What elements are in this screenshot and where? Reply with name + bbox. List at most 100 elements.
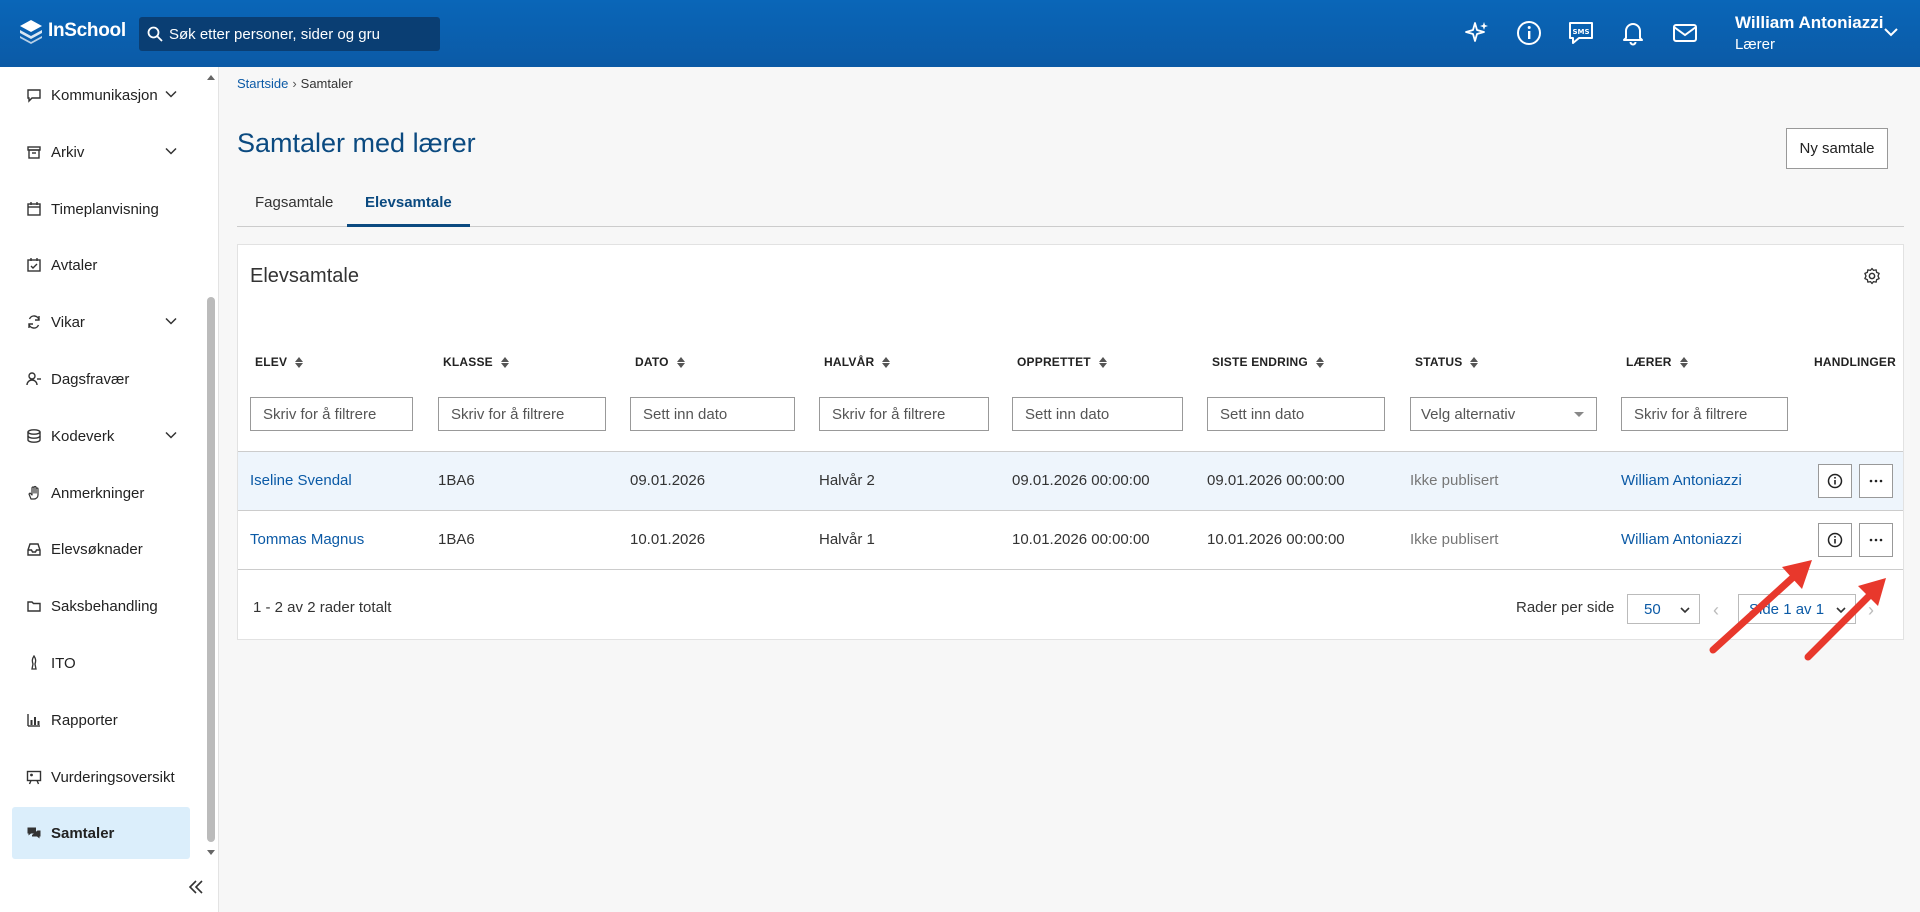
sidebar-item-vurderingsoversikt[interactable]: Vurderingsoversikt: [12, 751, 190, 803]
breadcrumb-home[interactable]: Startside: [237, 76, 288, 91]
sort-icon[interactable]: [676, 356, 685, 368]
sms-icon[interactable]: SMS: [1566, 18, 1596, 48]
chevron-down-icon: [1680, 607, 1690, 614]
cell-laerer[interactable]: William Antoniazzi: [1621, 531, 1742, 548]
info-button[interactable]: [1818, 464, 1852, 498]
column-header-2[interactable]: DATO: [635, 355, 685, 369]
sidebar-item-ito[interactable]: ITO: [12, 637, 190, 689]
cell-halvar: Halvår 1: [819, 531, 875, 548]
tab-elevsamtale[interactable]: Elevsamtale: [347, 186, 470, 227]
sidebar-item-arkiv[interactable]: Arkiv: [12, 126, 190, 178]
info-icon: [1827, 473, 1843, 489]
row-total: 1 - 2 av 2 rader totalt: [253, 599, 392, 616]
column-header-0[interactable]: ELEV: [255, 355, 304, 369]
pen-icon: [26, 655, 42, 671]
column-header-5[interactable]: SISTE ENDRING: [1212, 355, 1324, 369]
sort-icon[interactable]: [1470, 356, 1479, 368]
prev-page-icon[interactable]: ‹: [1713, 600, 1719, 621]
cell-elev[interactable]: Tommas Magnus: [250, 531, 364, 548]
sidebar-item-saksbehandling[interactable]: Saksbehandling: [12, 580, 190, 632]
user-name: William Antoniazzi: [1735, 13, 1884, 32]
bar-chart-icon: [26, 712, 42, 728]
date-filter-input[interactable]: [1207, 397, 1385, 431]
database-icon: [26, 428, 42, 444]
cell-elev[interactable]: Iseline Svendal: [250, 472, 352, 489]
presentation-icon: [26, 769, 42, 785]
sidebar-item-anmerkninger[interactable]: Anmerkninger: [12, 467, 190, 519]
collapse-sidebar-icon[interactable]: [186, 877, 206, 897]
search-input[interactable]: [169, 25, 429, 43]
chevron-down-icon[interactable]: [164, 144, 178, 158]
mail-icon[interactable]: [1670, 18, 1700, 48]
text-filter-input[interactable]: [819, 397, 989, 431]
more-horizontal-icon: [1869, 538, 1883, 542]
cell-laerer[interactable]: William Antoniazzi: [1621, 472, 1742, 489]
sort-icon[interactable]: [1315, 356, 1324, 368]
tab-fagsamtale[interactable]: Fagsamtale: [237, 186, 351, 227]
info-icon[interactable]: [1514, 18, 1544, 48]
column-header-6[interactable]: STATUS: [1415, 355, 1479, 369]
column-header-3[interactable]: HALVÅR: [824, 355, 891, 369]
tab-bar: Fagsamtale Elevsamtale: [237, 186, 1904, 227]
sort-icon[interactable]: [1098, 356, 1107, 368]
chevron-down-icon[interactable]: [164, 87, 178, 101]
column-header-label: HANDLINGER: [1814, 355, 1896, 369]
sort-icon[interactable]: [295, 356, 304, 368]
sparkle-icon[interactable]: [1462, 18, 1492, 48]
info-button[interactable]: [1818, 523, 1852, 557]
column-header-4[interactable]: OPPRETTET: [1017, 355, 1107, 369]
cell-siste-endring: 09.01.2026 00:00:00: [1207, 472, 1345, 489]
chevron-down-icon[interactable]: [164, 314, 178, 328]
more-actions-button[interactable]: [1859, 523, 1893, 557]
chevron-down-icon[interactable]: [1883, 24, 1899, 40]
sidebar-item-label: Kommunikasjon: [51, 86, 158, 104]
sidebar-item-timeplanvisning[interactable]: Timeplanvisning: [12, 183, 190, 235]
app-logo[interactable]: InSchool: [18, 18, 126, 44]
date-filter-input[interactable]: [630, 397, 795, 431]
column-header-label: OPPRETTET: [1017, 355, 1091, 369]
sidebar-item-label: Saksbehandling: [51, 597, 158, 615]
column-header-1[interactable]: KLASSE: [443, 355, 509, 369]
sidebar-item-samtaler[interactable]: Samtaler: [12, 807, 190, 859]
next-page-icon[interactable]: ›: [1868, 600, 1874, 621]
hand-icon: [26, 485, 42, 501]
bell-icon[interactable]: [1618, 18, 1648, 48]
top-bar: InSchool SMS William Antoniazzi Lærer: [0, 0, 1920, 67]
new-conversation-button[interactable]: Ny samtale: [1786, 128, 1888, 169]
sidebar-scrollbar[interactable]: [207, 297, 215, 842]
sidebar-item-label: Vikar: [51, 313, 85, 331]
card-title: Elevsamtale: [250, 265, 359, 287]
chevron-down-icon: [1836, 607, 1846, 614]
sidebar-item-label: Avtaler: [51, 256, 98, 274]
sidebar-item-kodeverk[interactable]: Kodeverk: [12, 410, 190, 462]
sidebar-item-label: Dagsfravær: [51, 370, 130, 388]
scroll-down-icon[interactable]: [205, 848, 217, 858]
sidebar-item-elevsøknader[interactable]: Elevsøknader: [12, 523, 190, 575]
sidebar-item-rapporter[interactable]: Rapporter: [12, 694, 190, 746]
chevron-down-icon[interactable]: [164, 428, 178, 442]
sidebar-item-dagsfravær[interactable]: Dagsfravær: [12, 353, 190, 405]
scroll-up-icon[interactable]: [205, 72, 217, 82]
text-filter-input[interactable]: [1621, 397, 1788, 431]
text-filter-input[interactable]: [250, 397, 413, 431]
sidebar-item-avtaler[interactable]: Avtaler: [12, 239, 190, 291]
more-actions-button[interactable]: [1859, 464, 1893, 498]
sort-icon[interactable]: [882, 356, 891, 368]
sidebar-item-kommunikasjon[interactable]: Kommunikasjon: [12, 69, 190, 121]
sidebar-item-label: Anmerkninger: [51, 484, 145, 502]
column-header-label: KLASSE: [443, 355, 493, 369]
status-filter-select[interactable]: Velg alternativ: [1410, 397, 1597, 431]
user-menu[interactable]: William Antoniazzi Lærer: [1735, 13, 1883, 53]
date-filter-input[interactable]: [1012, 397, 1183, 431]
sidebar-item-vikar[interactable]: Vikar: [12, 296, 190, 348]
text-filter-input[interactable]: [438, 397, 606, 431]
rows-per-page-select[interactable]: 50: [1627, 594, 1700, 624]
sort-icon[interactable]: [500, 356, 509, 368]
global-search[interactable]: [139, 17, 440, 51]
column-header-7[interactable]: LÆRER: [1626, 355, 1688, 369]
sort-icon[interactable]: [1679, 356, 1688, 368]
calendar-check-icon: [26, 257, 42, 273]
page-select[interactable]: Side 1 av 1: [1738, 594, 1856, 624]
sidebar-item-label: Arkiv: [51, 143, 85, 161]
gear-icon[interactable]: [1863, 267, 1881, 285]
